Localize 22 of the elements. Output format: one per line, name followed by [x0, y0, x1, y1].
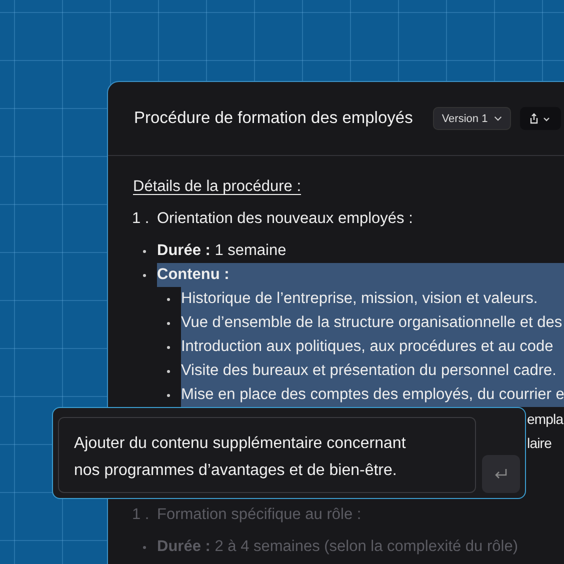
list-item-text: Orientation des nouveaux employés : — [157, 209, 414, 229]
list-item-text: Durée : 1 semaine — [157, 241, 288, 261]
list-item-text: empla — [527, 411, 564, 427]
version-dropdown[interactable]: Version 1 — [432, 107, 511, 130]
list-item-text: laire — [527, 435, 552, 451]
list-item-text: Vue d’ensemble de la structure organisationnelle et des — [181, 311, 564, 335]
list-item-text: Introduction aux politiques, aux procédures et au code — [181, 335, 564, 359]
document-title: Procédure de formation des employés — [134, 109, 413, 128]
share-button[interactable] — [520, 107, 561, 130]
prompt-field[interactable]: Ajouter du contenu supplémentaire concernant nos programmes d’avantages et de bien-être. — [58, 417, 476, 493]
chevron-down-icon — [494, 116, 502, 121]
list-number: 1 . — [132, 210, 150, 228]
list-item-text: Mise en place des comptes des employés, du courrier e — [181, 383, 564, 407]
list-item-text: Historique de l’entreprise, mission, vision et valeurs. — [181, 287, 564, 311]
share-icon — [529, 112, 552, 124]
list-item-text: Visite des bureaux et présentation du personnel cadre. — [181, 359, 564, 383]
list-item-text: Durée : 2 à 4 semaines (selon la complexité du rôle) — [157, 537, 519, 557]
list-number: 1 . — [132, 506, 150, 524]
section-heading: Détails de la procédure : — [133, 177, 302, 197]
enter-icon — [494, 468, 508, 480]
list-item-text: Formation spécifique au rôle : — [157, 505, 362, 525]
list-item-text: Contenu : — [157, 263, 564, 287]
